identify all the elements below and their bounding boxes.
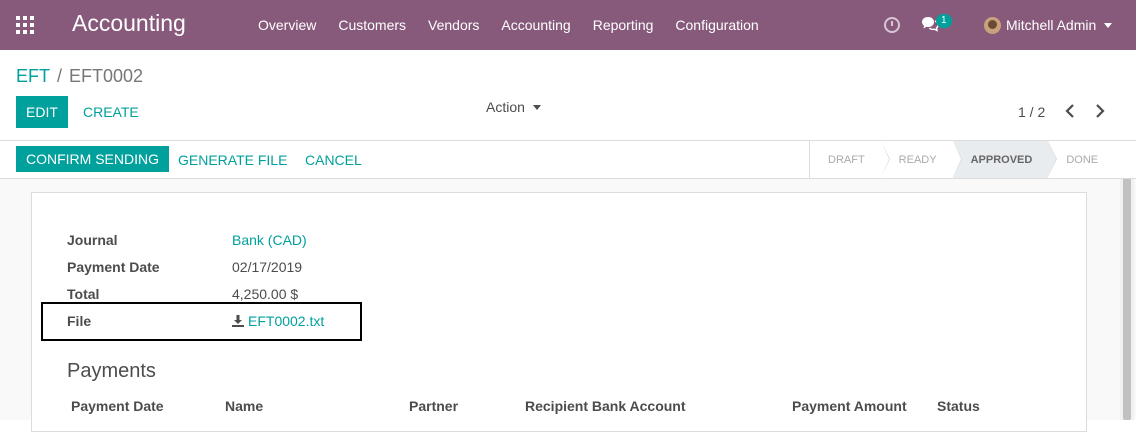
pager-value[interactable]: 1 / 2 [1018,104,1045,120]
breadcrumb-parent[interactable]: EFT [16,66,50,87]
scrollbar-thumb[interactable] [1123,156,1131,420]
action-label: Action [486,99,525,115]
journal-label: Journal [67,232,118,248]
payment-date-label: Payment Date [67,259,160,275]
download-icon[interactable] [232,314,244,327]
file-label: File [67,313,92,329]
cancel-button[interactable]: CANCEL [305,152,362,168]
journal-value[interactable]: Bank (CAD) [232,232,307,248]
menu-item-customers[interactable]: Customers [338,17,406,33]
column-header-recipient-bank-account[interactable]: Recipient Bank Account [525,398,686,414]
menu-item-reporting[interactable]: Reporting [593,17,654,33]
payments-section-title: Payments [67,360,156,382]
app-title[interactable]: Accounting [72,10,186,37]
chevron-down-icon [1104,22,1113,28]
column-header-status[interactable]: Status [937,398,980,414]
chat-icon[interactable] [921,16,939,32]
user-menu[interactable]: Mitchell Admin [984,0,1113,50]
column-header-payment-amount[interactable]: Payment Amount [792,398,907,414]
stage-approved[interactable]: APPROVED [952,141,1058,178]
avatar [984,16,1001,34]
column-header-name[interactable]: Name [225,398,263,414]
total-value: 4,250.00 $ [232,286,299,302]
top-navbar: Accounting Overview Customers Vendors Ac… [0,0,1136,50]
action-dropdown[interactable]: Action [486,99,541,115]
stage-ready[interactable]: READY [881,141,962,178]
menu-item-accounting[interactable]: Accounting [501,17,570,33]
confirm-sending-button[interactable]: CONFIRM SENDING [16,146,169,172]
generate-file-button[interactable]: GENERATE FILE [178,152,287,168]
menu-item-configuration[interactable]: Configuration [675,17,758,33]
chat-count-badge: 1 [936,14,952,28]
status-bar: CONFIRM SENDING GENERATE FILE CANCEL DRA… [0,141,1136,179]
stage-draft[interactable]: DRAFT [810,141,890,178]
breadcrumb-current: EFT0002 [69,66,144,86]
stage-done[interactable]: DONE [1048,141,1114,178]
stage-pipeline: DRAFT READY APPROVED DONE [809,141,1114,178]
breadcrumb: EFT / EFT0002 [16,66,143,87]
file-download-link[interactable]: EFT0002.txt [248,313,324,329]
create-button[interactable]: CREATE [83,104,139,120]
apps-icon[interactable] [16,16,34,34]
user-name: Mitchell Admin [1006,17,1097,33]
clock-icon[interactable] [884,17,900,33]
payment-date-value: 02/17/2019 [232,259,303,275]
column-header-payment-date[interactable]: Payment Date [71,398,164,414]
chevron-left-icon[interactable] [1063,102,1077,120]
menu-item-overview[interactable]: Overview [258,17,316,33]
edit-button[interactable]: EDIT [16,96,68,128]
total-label: Total [67,286,100,302]
menu-item-vendors[interactable]: Vendors [428,17,479,33]
column-header-partner[interactable]: Partner [409,398,458,414]
breadcrumb-separator: / [57,66,63,86]
chevron-down-icon [532,104,541,110]
main-menu: Overview Customers Vendors Accounting Re… [258,0,781,50]
chevron-right-icon[interactable] [1093,102,1107,120]
